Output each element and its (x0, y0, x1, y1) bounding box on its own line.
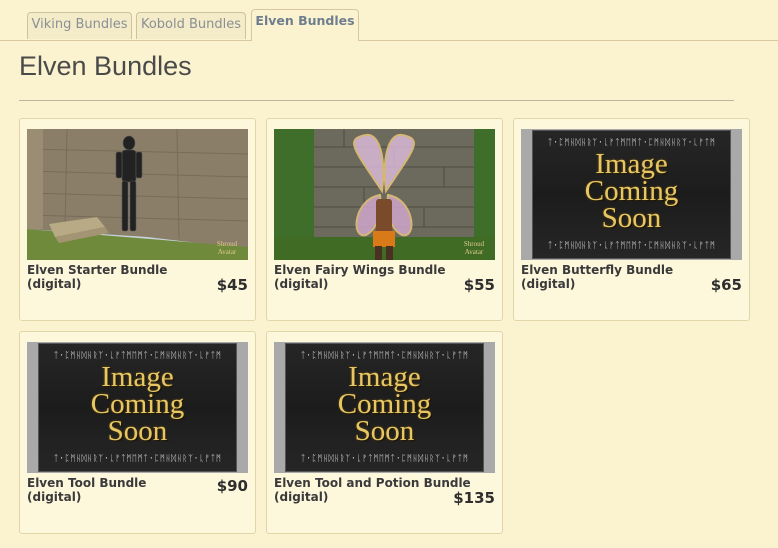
product-name[interactable]: Elven Fairy Wings Bundle (digital) (274, 263, 449, 291)
rune-border-bottom: ᛏ·ᛈᛗᚺᛞᚺᚱᛉ·ᚳᚠᛏᛗᛖᛗᛏ·ᛈᛗᚺᛞᚺᚱᛉ·ᚳᚠᛏᛗ (300, 454, 469, 464)
rune-border-bottom: ᛏ·ᛈᛗᚺᛞᚺᚱᛉ·ᚳᚠᛏᛗᛖᛗᛏ·ᛈᛗᚺᛞᚺᚱᛉ·ᚳᚠᛏᛗ (53, 454, 222, 464)
product-price: $90 (216, 477, 248, 495)
product-image-fairy-wings[interactable]: Shroud Avatar (274, 129, 495, 260)
title-divider (19, 100, 734, 101)
svg-text:Avatar: Avatar (465, 248, 484, 256)
image-coming-soon-text: Image Coming Soon (337, 361, 432, 447)
product-name[interactable]: Elven Butterfly Bundle (digital) (521, 263, 696, 291)
product-price: $55 (463, 276, 495, 294)
svg-text:Avatar: Avatar (218, 248, 237, 256)
tab-elven-bundles[interactable]: Elven Bundles (251, 9, 359, 41)
product-price: $135 (453, 489, 495, 507)
svg-text:Shroud: Shroud (464, 240, 485, 248)
tab-kobold-bundles[interactable]: Kobold Bundles (136, 12, 246, 39)
product-price: $45 (216, 276, 248, 294)
product-card[interactable]: Shroud Avatar Elven Fairy Wings Bundle (… (266, 118, 503, 321)
product-card[interactable]: ᛏ·ᛈᛗᚺᛞᚺᚱᛉ·ᚳᚠᛏᛗᛖᛗᛏ·ᛈᛗᚺᛞᚺᚱᛉ·ᚳᚠᛏᛗ Image Com… (266, 331, 503, 534)
product-card[interactable]: ᛏ·ᛈᛗᚺᛞᚺᚱᛉ·ᚳᚠᛏᛗᛖᛗᛏ·ᛈᛗᚺᛞᚺᚱᛉ·ᚳᚠᛏᛗ Image Com… (19, 331, 256, 534)
product-card[interactable]: Shroud Avatar Elven Starter Bundle (digi… (19, 118, 256, 321)
svg-text:Shroud: Shroud (217, 240, 238, 248)
product-name[interactable]: Elven Tool and Potion Bundle (digital) (274, 476, 474, 504)
image-coming-soon-text: Image Coming Soon (90, 361, 185, 447)
page-title: Elven Bundles (19, 51, 192, 81)
product-image-placeholder[interactable]: ᛏ·ᛈᛗᚺᛞᚺᚱᛉ·ᚳᚠᛏᛗᛖᛗᛏ·ᛈᛗᚺᛞᚺᚱᛉ·ᚳᚠᛏᛗ Image Com… (27, 342, 248, 473)
product-price: $65 (710, 276, 742, 294)
tab-viking-bundles[interactable]: Viking Bundles (27, 12, 132, 39)
product-name[interactable]: Elven Starter Bundle (digital) (27, 263, 202, 291)
product-image-placeholder[interactable]: ᛏ·ᛈᛗᚺᛞᚺᚱᛉ·ᚳᚠᛏᛗᛖᛗᛏ·ᛈᛗᚺᛞᚺᚱᛉ·ᚳᚠᛏᛗ Image Com… (521, 129, 742, 260)
product-image-elven-armor[interactable]: Shroud Avatar (27, 129, 248, 260)
rune-border-bottom: ᛏ·ᛈᛗᚺᛞᚺᚱᛉ·ᚳᚠᛏᛗᛖᛗᛏ·ᛈᛗᚺᛞᚺᚱᛉ·ᚳᚠᛏᛗ (547, 241, 716, 251)
product-name[interactable]: Elven Tool Bundle (digital) (27, 476, 202, 504)
product-card[interactable]: ᛏ·ᛈᛗᚺᛞᚺᚱᛉ·ᚳᚠᛏᛗᛖᛗᛏ·ᛈᛗᚺᛞᚺᚱᛉ·ᚳᚠᛏᛗ Image Com… (513, 118, 750, 321)
image-coming-soon-text: Image Coming Soon (584, 148, 679, 234)
product-image-placeholder[interactable]: ᛏ·ᛈᛗᚺᛞᚺᚱᛉ·ᚳᚠᛏᛗᛖᛗᛏ·ᛈᛗᚺᛞᚺᚱᛉ·ᚳᚠᛏᛗ Image Com… (274, 342, 495, 473)
bundle-tabs: Viking Bundles Kobold Bundles Elven Bund… (0, 0, 778, 41)
